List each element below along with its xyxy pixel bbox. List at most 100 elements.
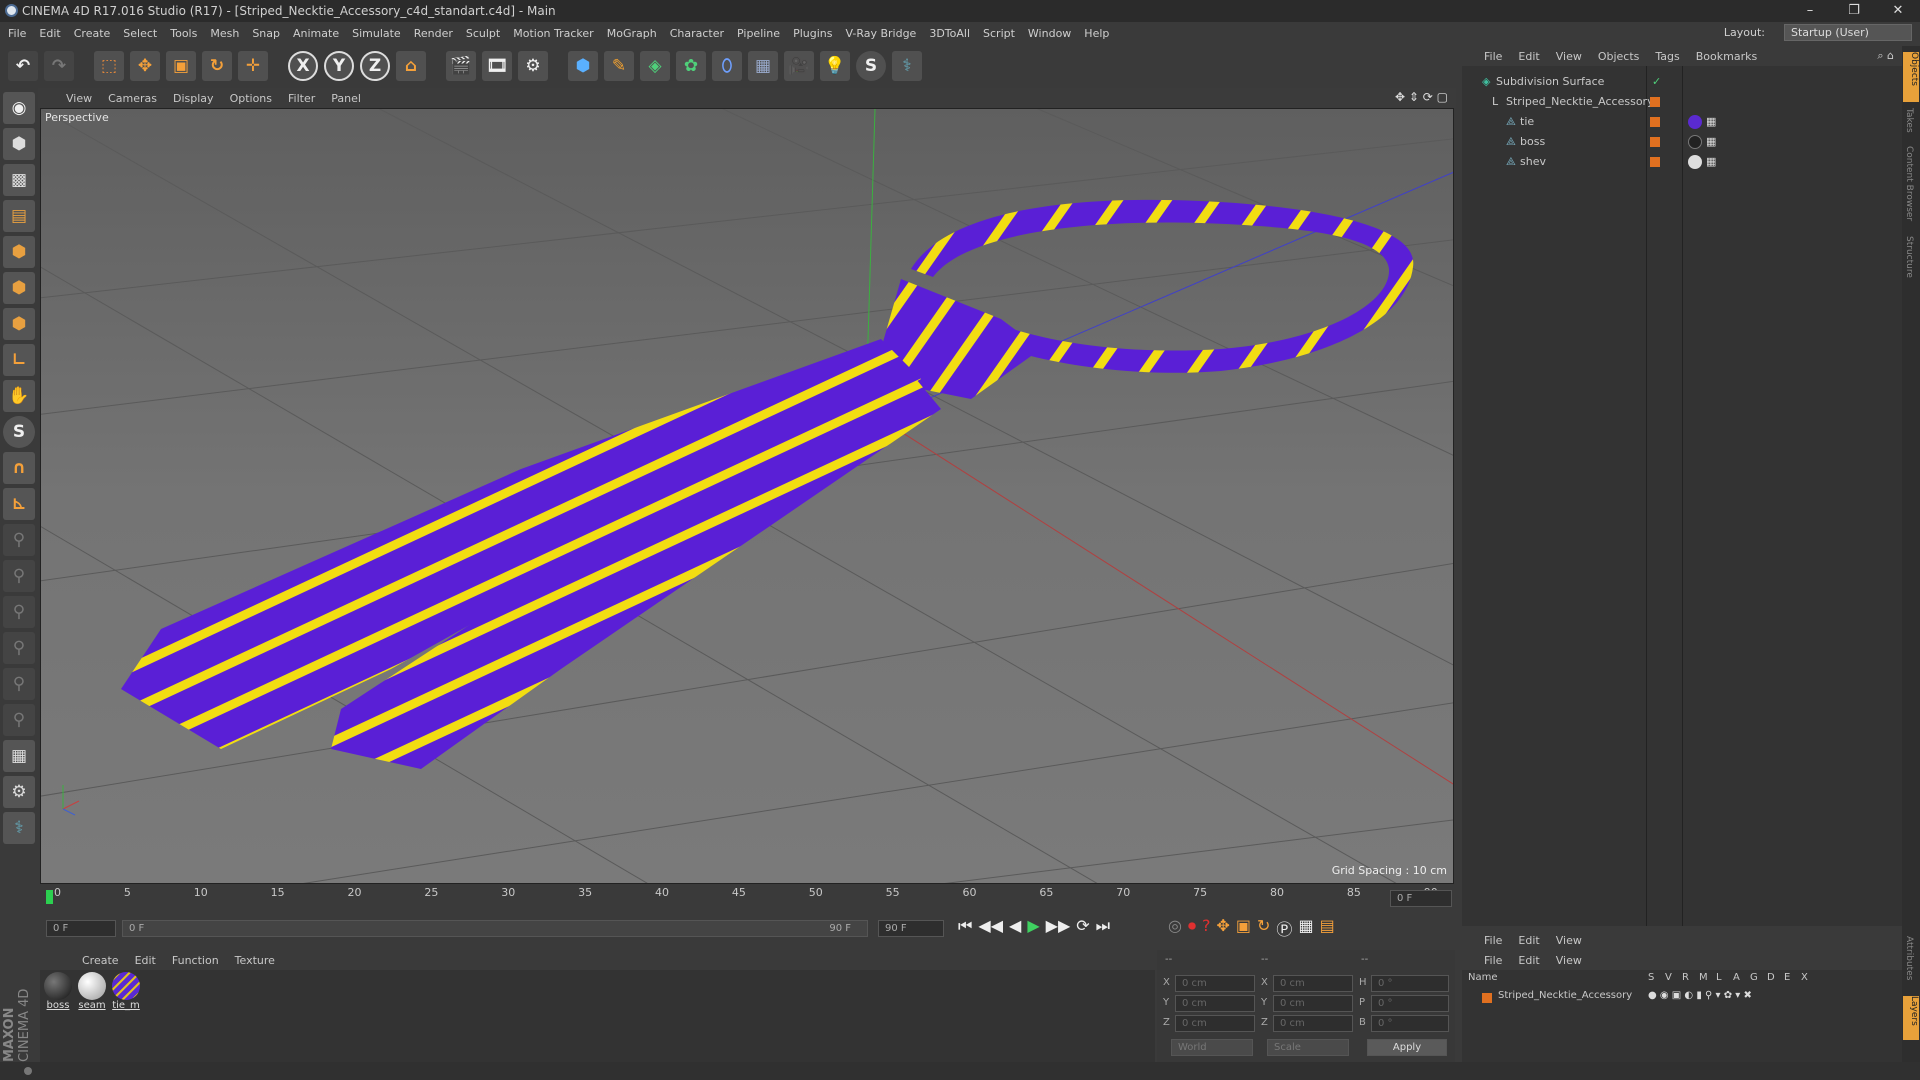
key-pla-icon[interactable]: ▦ — [1298, 916, 1313, 940]
menu-character[interactable]: Character — [670, 27, 724, 40]
tab-attributes[interactable]: Attributes — [1904, 936, 1914, 980]
python-icon[interactable]: ⚕ — [892, 51, 922, 81]
menu-script[interactable]: Script — [983, 27, 1015, 40]
play-forward-icon[interactable]: ▶ — [1027, 916, 1039, 936]
layer-menu-file[interactable]: File — [1484, 934, 1502, 947]
minimize-button[interactable]: – — [1788, 0, 1832, 22]
sculpt-tool-6-icon[interactable]: ⚲ — [3, 704, 35, 736]
menu-mograph[interactable]: MoGraph — [607, 27, 657, 40]
rotation-p-field[interactable]: 0 ° — [1371, 995, 1449, 1012]
layer-menu-view[interactable]: View — [1556, 954, 1582, 967]
go-to-end-icon[interactable]: ⏭ — [1096, 916, 1110, 936]
uvw-tag-icon[interactable]: ▦ — [1706, 112, 1716, 132]
obj-menu-objects[interactable]: Objects — [1598, 50, 1640, 63]
autokey-icon[interactable]: ⏺ — [1188, 916, 1196, 940]
viewport-menu-display[interactable]: Display — [173, 92, 214, 105]
uvw-tag-icon[interactable]: ▦ — [1706, 132, 1716, 152]
menu-edit[interactable]: Edit — [39, 27, 60, 40]
texture-mode-icon[interactable]: ▩ — [3, 164, 35, 196]
viewport-menu-panel[interactable]: Panel — [331, 92, 361, 105]
size-y-field[interactable]: 0 cm — [1273, 995, 1353, 1012]
rotate-icon[interactable]: ↻ — [202, 51, 232, 81]
sculpt-tool-4-icon[interactable]: ⚲ — [3, 632, 35, 664]
key-parameter-icon[interactable]: Ⓟ — [1276, 916, 1292, 940]
timeline-window-icon[interactable]: ▤ — [1320, 916, 1335, 940]
obj-menu-edit[interactable]: Edit — [1518, 50, 1539, 63]
menu-tools[interactable]: Tools — [170, 27, 197, 40]
axis-mode-icon[interactable]: ∟ — [3, 344, 35, 376]
render-settings-icon[interactable]: ⚙ — [518, 51, 548, 81]
viewport-menu-view[interactable]: View — [66, 92, 92, 105]
live-selection-icon[interactable]: ⬚ — [94, 51, 124, 81]
object-row[interactable]: L Striped_Necktie_Accessory — [1462, 92, 1902, 112]
keyframe-selection-icon[interactable]: ? — [1202, 916, 1211, 940]
subdivision-icon[interactable]: ◈ — [640, 51, 670, 81]
tab-takes[interactable]: Takes — [1904, 108, 1914, 133]
object-row[interactable]: ⟁ tie ▦ — [1462, 112, 1902, 132]
obj-menu-view[interactable]: View — [1556, 50, 1582, 63]
z-axis-icon[interactable]: Z — [360, 51, 390, 81]
layout-select[interactable]: Startup (User) — [1784, 24, 1912, 41]
menu-plugins[interactable]: Plugins — [793, 27, 832, 40]
loop-icon[interactable]: ⟳ — [1076, 916, 1089, 936]
scale-icon[interactable]: ▣ — [166, 51, 196, 81]
object-row[interactable]: ⟁ boss ▦ — [1462, 132, 1902, 152]
material-tag-icon[interactable] — [1688, 115, 1702, 129]
sculpt-tool-3-icon[interactable]: ⚲ — [3, 596, 35, 628]
material-tag-icon[interactable] — [1688, 155, 1702, 169]
grid-snap-icon[interactable]: ▦ — [3, 740, 35, 772]
sculpt-tool-2-icon[interactable]: ⚲ — [3, 560, 35, 592]
uvw-tag-icon[interactable]: ▦ — [1706, 152, 1716, 172]
floor-icon[interactable]: ▦ — [748, 51, 778, 81]
coordinate-system-icon[interactable]: ⌂ — [396, 51, 426, 81]
menu-file[interactable]: File — [8, 27, 26, 40]
snap-icon[interactable]: ∩ — [3, 452, 35, 484]
sculpt-tool-5-icon[interactable]: ⚲ — [3, 668, 35, 700]
viewport-menu-options[interactable]: Options — [230, 92, 272, 105]
material-boss[interactable]: boss — [42, 972, 74, 1011]
mat-menu-create[interactable]: Create — [82, 954, 119, 967]
end-frame-field[interactable]: 90 F — [878, 920, 944, 937]
layer-menu-edit[interactable]: Edit — [1518, 954, 1539, 967]
obj-menu-file[interactable]: File — [1484, 50, 1502, 63]
tab-objects[interactable]: Objects — [1903, 52, 1919, 102]
menu-pipeline[interactable]: Pipeline — [737, 27, 780, 40]
lock-icon[interactable]: ⚙ — [3, 776, 35, 808]
viewport-menu-cameras[interactable]: Cameras — [108, 92, 157, 105]
menu-sculpt[interactable]: Sculpt — [466, 27, 500, 40]
array-icon[interactable]: ✿ — [676, 51, 706, 81]
menu-window[interactable]: Window — [1028, 27, 1071, 40]
menu-snap[interactable]: Snap — [252, 27, 280, 40]
render-picture-viewer-icon[interactable]: 🎞 — [482, 51, 512, 81]
viewport[interactable]: Perspective Grid Spacing : 10 cm — [40, 108, 1454, 884]
layer-menu-edit[interactable]: Edit — [1518, 934, 1539, 947]
deformer-icon[interactable]: ⬯ — [712, 51, 742, 81]
start-frame-field[interactable]: 0 F — [46, 920, 116, 937]
menu-help[interactable]: Help — [1084, 27, 1109, 40]
model-mode-icon[interactable]: ⬢ — [3, 128, 35, 160]
playhead[interactable] — [46, 890, 53, 904]
position-x-field[interactable]: 0 cm — [1175, 975, 1255, 992]
menu-vray-bridge[interactable]: V-Ray Bridge — [845, 27, 916, 40]
sculpt-tool-1-icon[interactable]: ⚲ — [3, 524, 35, 556]
python-console-icon[interactable]: ⚕ — [3, 812, 35, 844]
close-button[interactable]: ✕ — [1876, 0, 1920, 22]
tab-layers[interactable]: Layers — [1903, 996, 1919, 1040]
mat-menu-edit[interactable]: Edit — [135, 954, 156, 967]
y-axis-icon[interactable]: Y — [324, 51, 354, 81]
material-tag-icon[interactable] — [1688, 135, 1702, 149]
pen-spline-icon[interactable]: ✎ — [604, 51, 634, 81]
x-axis-icon[interactable]: X — [288, 51, 318, 81]
layer-menu-view[interactable]: View — [1556, 934, 1582, 947]
apply-button[interactable]: Apply — [1367, 1039, 1447, 1056]
light-icon[interactable]: 💡 — [820, 51, 850, 81]
camera-icon[interactable]: 🎥 — [784, 51, 814, 81]
obj-menu-bookmarks[interactable]: Bookmarks — [1696, 50, 1757, 63]
key-position-icon[interactable]: ✥ — [1216, 916, 1229, 940]
size-z-field[interactable]: 0 cm — [1273, 1015, 1353, 1032]
go-to-start-icon[interactable]: ⏮ — [958, 916, 972, 936]
play-backward-icon[interactable]: ◀ — [1009, 916, 1021, 936]
mat-menu-function[interactable]: Function — [172, 954, 219, 967]
points-mode-icon[interactable]: ⬢ — [3, 236, 35, 268]
workplane-icon[interactable]: ▤ — [3, 200, 35, 232]
